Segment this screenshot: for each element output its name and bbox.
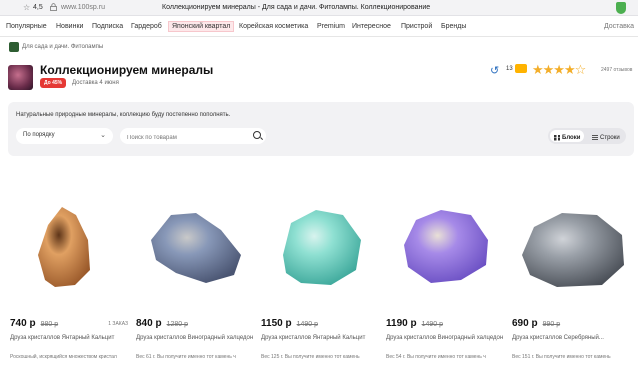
product-image[interactable] [261,185,379,303]
nav-item-resale[interactable]: Пристрой [401,23,432,30]
product-old-price: 980 р [40,321,59,328]
site-rating: 4,5 [33,4,43,11]
search-icon[interactable] [253,131,261,139]
chevron-down-icon: ⌄ [100,132,106,139]
lock-icon [50,3,57,11]
page-title: Коллекционируем минералы [40,63,214,77]
product-description: Вес 151 г. Вы получите именно тот камень [512,354,611,360]
product-old-price: 1280 р [166,321,188,328]
view-blocks-label: Блоки [562,134,581,141]
sort-label: По порядку [23,132,55,138]
product-image[interactable] [136,185,254,303]
product-card[interactable]: 840 р 1280 р Друза кристаллов Виноградный… [136,185,254,365]
grid-icon [554,134,560,141]
view-rows-label: Строки [600,134,620,141]
address-bar[interactable]: www.100sp.ru [61,4,105,11]
delivery-date: Доставка 4 июня [72,80,119,86]
product-image[interactable] [512,185,630,303]
page-tab-title: Коллекционируем минералы - Для сада и да… [162,4,431,11]
discount-badge: До 45% [40,78,67,88]
product-price: 740 р [10,318,36,329]
share-icon[interactable]: ↺ [490,64,502,77]
nav-item-popular[interactable]: Популярные [6,23,47,30]
breadcrumb[interactable]: Для сада и дачи. Фитолампы [9,42,103,52]
star-icon[interactable]: ☆ [23,3,30,12]
ratings-count[interactable]: 2497 отзывов [601,67,632,73]
nav-item-japanese[interactable]: Японский квартал [168,21,235,32]
product-price: 1150 р [261,318,292,329]
view-toggle: Блоки Строки [548,128,626,144]
nav-item-subscription[interactable]: Подписка [92,23,123,30]
category-icon [9,42,19,52]
product-old-price: 1490 р [296,321,319,328]
nav-item-brands[interactable]: Бренды [441,23,466,30]
product-name[interactable]: Друза кристаллов Серебряный... [512,334,630,342]
product-image[interactable] [386,185,504,303]
reviews-count: 13 [506,66,513,72]
nav-item-new[interactable]: Новинки [56,23,83,30]
product-price: 690 р [512,318,538,329]
search-input[interactable] [120,128,266,144]
review-icon[interactable] [515,64,527,73]
product-name[interactable]: Друза кристаллов Янтарный Кальцит [10,334,128,342]
nav-item-delivery[interactable]: Доставка [604,23,634,30]
orders-count: 1 ЗАКАЗ [108,321,128,327]
product-old-price: 990 р [542,321,561,328]
top-nav: Популярные Новинки Подписка Гардероб Япо… [0,18,638,37]
purchase-description: Натуральные природные минералы, коллекци… [16,112,231,118]
product-card[interactable]: 1190 р 1490 р Друза кристаллов Виноградны… [386,185,504,365]
nav-item-wardrobe[interactable]: Гардероб [131,23,162,30]
shield-icon[interactable] [616,2,626,14]
nav-item-korean-cosmetics[interactable]: Корейская косметика [239,23,308,30]
product-price: 840 р [136,318,162,329]
mineral-shape [283,210,361,285]
browser-bar: ☆ 4,5 www.100sp.ru Коллекционируем минер… [0,0,638,16]
product-price: 1190 р [386,318,417,329]
purchase-avatar [8,65,33,90]
sort-select[interactable]: По порядку ⌄ [16,128,113,144]
product-name[interactable]: Друза кристаллов Виноградный халцедон [386,334,504,342]
nav-item-premium[interactable]: Premium [317,23,345,30]
product-name[interactable]: Друза кристаллов Виноградный халцедон [136,334,254,342]
nav-item-interesting[interactable]: Интересное [352,23,391,30]
product-card[interactable]: 740 р 980 р 1 ЗАКАЗ Друза кристаллов Янта… [10,185,128,365]
product-description: Вес 125 г. Вы получите именно тот камень [261,354,360,360]
product-card[interactable]: 1150 р 1490 р Друза кристаллов Янтарный К… [261,185,379,365]
view-blocks-button[interactable]: Блоки [550,130,585,142]
product-card[interactable]: 690 р 990 р Друза кристаллов Серебряный..… [512,185,630,365]
product-description: Роскошный, искрящийся множеством кристал [10,354,117,360]
product-description: Вес 54 г. Вы получите именно тот камень … [386,354,486,360]
list-icon [592,134,598,141]
rating-stars: ★★★★☆ [532,62,586,77]
view-rows-button[interactable]: Строки [588,130,624,142]
mineral-shape [404,210,488,283]
mineral-shape [38,207,90,287]
product-image[interactable] [10,185,128,303]
mineral-shape [522,213,624,287]
product-name[interactable]: Друза кристаллов Янтарный Кальцит [261,334,379,342]
product-description: Вес 61 г. Вы получите именно тот камень … [136,354,236,360]
breadcrumb-label: Для сада и дачи. Фитолампы [22,44,104,50]
mineral-shape [151,213,241,283]
product-old-price: 1490 р [421,321,444,328]
